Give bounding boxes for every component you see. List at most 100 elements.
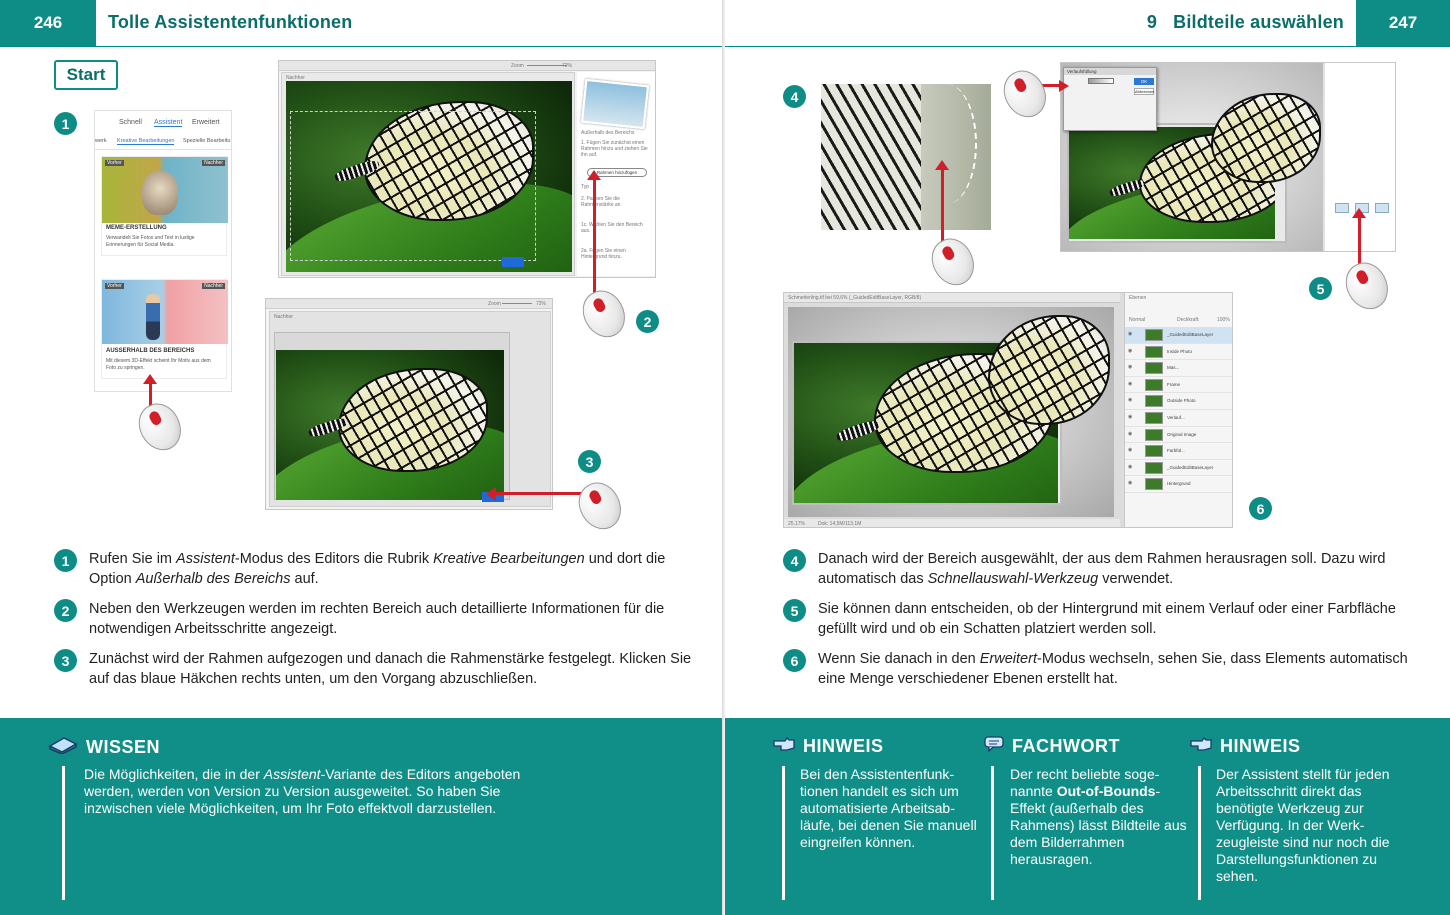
callout-4: 4 — [783, 85, 806, 108]
layer-name: Farbfül... — [1167, 448, 1185, 454]
layer-row[interactable]: ◉ _GuidedEditBaseLayer — [1125, 460, 1232, 477]
gradient-swatch[interactable] — [1088, 78, 1114, 84]
card-out-of-bounds[interactable]: Vorher Nachher AUSSERHALB DES BEREICHS M… — [101, 279, 228, 379]
layer-row[interactable]: ◉ Frame — [1125, 377, 1232, 394]
callout-3: 3 — [578, 450, 601, 473]
wing-out-of-frame-2 — [988, 315, 1110, 425]
step-6-text: Wenn Sie danach in den Erweitert-Modus w… — [818, 651, 1408, 687]
right-header: 9 Bildteile auswählen 247 — [725, 0, 1450, 47]
layer-row[interactable]: ◉ Hintergrund — [1125, 476, 1232, 493]
hinweis-2-title: HINWEIS — [1220, 736, 1301, 756]
layer-name: Mas... — [1167, 365, 1180, 371]
butterfly-photo-2 — [276, 350, 504, 500]
eye-icon[interactable]: ◉ — [1128, 464, 1132, 470]
dialog-cancel-button[interactable]: Abbrechen — [1134, 88, 1154, 95]
document-tab[interactable]: Schmetterling.tif bei 59,6% (_GuidedEdit… — [788, 295, 921, 301]
layer-row[interactable]: ◉ Mas... — [1125, 360, 1232, 377]
meme-thumbnail: Vorher Nachher — [102, 157, 228, 223]
step-2-number: 2 — [54, 599, 77, 622]
eye-icon[interactable]: ◉ — [1128, 348, 1132, 354]
opacity-value[interactable]: 100% — [1217, 317, 1230, 323]
commit-screenshot: Zoom 72% Nachher — [265, 298, 553, 510]
hinweis-1-bar — [782, 766, 785, 900]
eye-icon[interactable]: ◉ — [1128, 431, 1132, 437]
selection-screenshot — [821, 84, 991, 230]
mouse-icon-3 — [571, 475, 629, 537]
step-1-text: Rufen Sie im Assistent-Modus des Editors… — [89, 551, 666, 587]
subtab-partial[interactable]: werk — [95, 138, 107, 144]
book-icon — [48, 736, 78, 759]
callout-1: 1 — [54, 112, 77, 135]
hinweis-2-text: Der Assistent stellt für jeden Arbeitssc… — [1216, 766, 1390, 884]
fachwort-bar — [991, 766, 994, 900]
layer-row[interactable]: ◉ Verlauf... — [1125, 410, 1232, 427]
image-window-2: Nachher — [269, 311, 551, 507]
wing-closeup — [821, 84, 925, 230]
layer-row[interactable]: ◉ Original Image — [1125, 427, 1232, 444]
subtab-kreative-bearbeitungen[interactable]: Kreative Bearbeitungen — [117, 138, 175, 145]
layer-thumbnail — [1145, 411, 1163, 424]
opacity-label: Deckkraft: — [1177, 317, 1200, 323]
wissen-heading: WISSEN — [48, 736, 160, 759]
hinweis-1-heading: HINWEIS — [773, 736, 884, 757]
butterfly-body-4 — [835, 418, 881, 444]
eye-icon[interactable]: ◉ — [1128, 364, 1132, 370]
panel-preview — [580, 78, 650, 130]
layer-row[interactable]: ◉ Farbfül... — [1125, 443, 1232, 460]
layer-thumbnail — [1145, 378, 1163, 391]
frame-selection[interactable] — [290, 111, 536, 261]
dialog-title: Verlaufsfüllung — [1064, 68, 1156, 75]
eye-icon[interactable]: ◉ — [1128, 447, 1132, 453]
step-5: 5 Sie können dann entscheiden, ob der Hi… — [783, 599, 1423, 639]
commit-button[interactable] — [502, 257, 524, 267]
eye-icon[interactable]: ◉ — [1128, 414, 1132, 420]
layer-name: Inside Photo — [1167, 348, 1193, 354]
zoom-value: 72% — [562, 63, 573, 69]
zoom-slider-2[interactable] — [502, 303, 532, 304]
hinweis-2-heading: HINWEIS — [1190, 736, 1301, 757]
option-icon-1[interactable] — [1335, 203, 1349, 213]
frame-toolbar: Zoom 72% — [279, 61, 655, 71]
layer-row[interactable]: ◉ _GuidedEditBaseLayer — [1125, 327, 1232, 344]
fachwort-title: FACHWORT — [1012, 736, 1120, 756]
eye-icon[interactable]: ◉ — [1128, 397, 1132, 403]
eye-icon[interactable]: ◉ — [1128, 381, 1132, 387]
pointer-arrowhead-4 — [935, 160, 949, 170]
dialog-ok-button[interactable]: OK — [1134, 78, 1154, 85]
eye-icon[interactable]: ◉ — [1128, 331, 1132, 337]
option-icon-3[interactable] — [1375, 203, 1389, 213]
wissen-bar — [62, 766, 65, 900]
step-2: 2 Neben den Werkzeugen werden im rechten… — [54, 599, 694, 639]
layer-row[interactable]: ◉ Outside Photo — [1125, 393, 1232, 410]
zoom-readout: 25,17% — [788, 521, 805, 527]
layer-name: Hintergrund — [1167, 481, 1191, 487]
tab-assistent[interactable]: Assistent — [154, 119, 183, 127]
eye-icon[interactable]: ◉ — [1128, 480, 1132, 486]
tab-erweitert[interactable]: Erweitert — [192, 119, 220, 126]
butterfly-photo — [286, 81, 572, 272]
subtab-spezielle-bearbeitungen[interactable]: Spezielle Bearbeitu — [183, 138, 230, 144]
zoom-slider[interactable] — [527, 65, 567, 66]
layer-name: Original Image — [1167, 431, 1197, 437]
layer-thumbnail — [1145, 461, 1163, 474]
doc-size-readout: Dok: 14,5M/113,1M — [818, 521, 862, 527]
out-of-bounds-thumbnail: Vorher Nachher — [102, 280, 228, 344]
layers-tab[interactable]: Ebenen — [1129, 295, 1146, 301]
layer-row[interactable]: ◉ Inside Photo — [1125, 344, 1232, 361]
left-steps: 1 Rufen Sie im Assistent-Modus des Edito… — [54, 549, 694, 699]
gradient-screenshot: Verlaufsfüllung OK Abbrechen — [1060, 62, 1396, 252]
right-steps: 4 Danach wird der Bereich ausgewählt, de… — [783, 549, 1423, 699]
step-3-number: 3 — [54, 649, 77, 672]
tab-schnell[interactable]: Schnell — [119, 119, 142, 126]
layer-list: ◉ _GuidedEditBaseLayer ◉ Inside Photo ◉ Mas..… — [1125, 327, 1232, 493]
layer-thumbnail — [1145, 395, 1163, 408]
step-4: 4 Danach wird der Bereich ausgewählt, de… — [783, 549, 1423, 589]
pointer-arrowhead-1 — [143, 374, 157, 384]
blend-mode[interactable]: Normal — [1129, 317, 1145, 323]
after-label: Nachher — [202, 160, 225, 166]
card-meme[interactable]: Vorher Nachher MEME-ERSTELLUNG Verwandel… — [101, 156, 228, 256]
layer-thumbnail — [1145, 445, 1163, 458]
hinweis-1-title: HINWEIS — [803, 736, 884, 756]
step-3: 3 Zunächst wird der Rahmen aufgezogen un… — [54, 649, 694, 689]
layer-thumbnail — [1145, 478, 1163, 491]
